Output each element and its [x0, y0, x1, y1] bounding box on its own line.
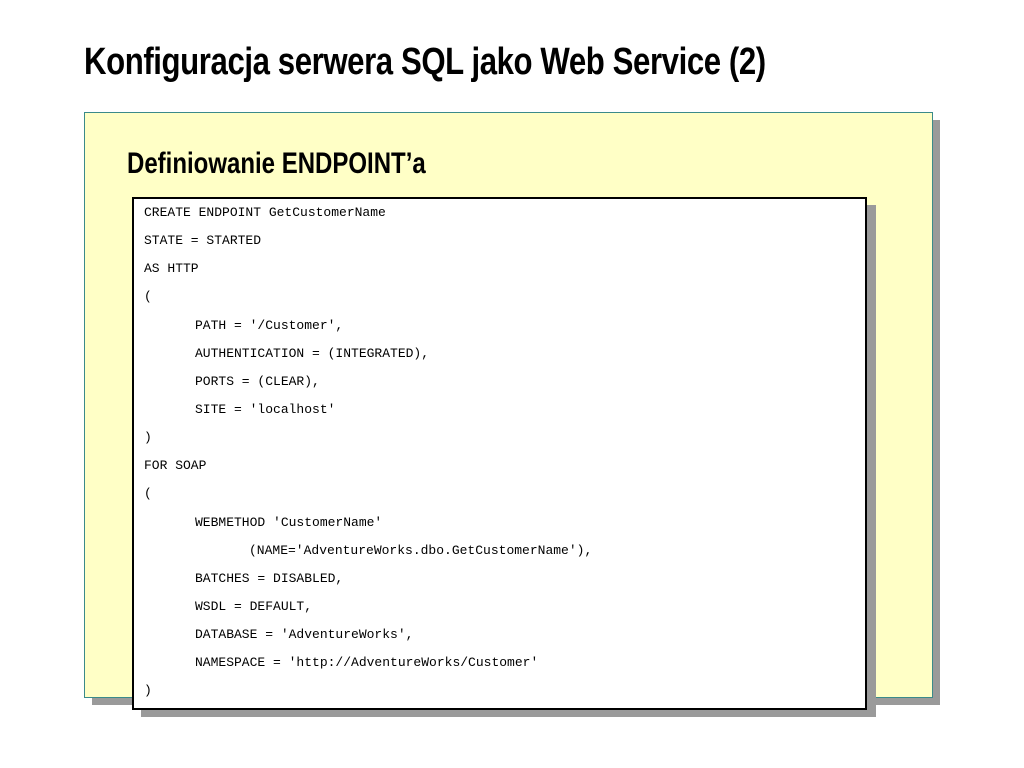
code-line: SITE = 'localhost' — [195, 401, 336, 417]
code-line: DATABASE = 'AdventureWorks', — [195, 627, 414, 643]
section-heading: Definiowanie ENDPOINT’a — [127, 147, 426, 180]
code-line: ( — [144, 486, 152, 502]
code-listing: CREATE ENDPOINT GetCustomerName STATE = S… — [134, 203, 865, 710]
code-line: PORTS = (CLEAR), — [195, 373, 320, 389]
slide: Konfiguracja serwera SQL jako Web Servic… — [0, 0, 1024, 768]
code-line: NAMESPACE = 'http://AdventureWorks/Custo… — [195, 655, 539, 671]
code-line: BATCHES = DISABLED, — [195, 570, 344, 586]
code-line: STATE = STARTED — [144, 233, 262, 249]
code-line: AS HTTP — [144, 261, 199, 277]
code-line: ) — [144, 683, 152, 699]
code-line: PATH = '/Customer', — [195, 317, 344, 333]
code-line: FOR SOAP — [144, 458, 207, 474]
code-line: ( — [144, 289, 152, 305]
slide-title: Konfiguracja serwera SQL jako Web Servic… — [84, 41, 766, 83]
code-line: WSDL = DEFAULT, — [195, 598, 313, 614]
code-line: CREATE ENDPOINT GetCustomerName — [144, 205, 386, 220]
code-box: CREATE ENDPOINT GetCustomerName STATE = S… — [132, 197, 867, 710]
code-line: ) — [144, 430, 152, 446]
code-line: WEBMETHOD 'CustomerName' — [195, 514, 383, 530]
code-line: (NAME='AdventureWorks.dbo.GetCustomerNam… — [249, 542, 593, 558]
code-line: AUTHENTICATION = (INTEGRATED), — [195, 345, 430, 361]
